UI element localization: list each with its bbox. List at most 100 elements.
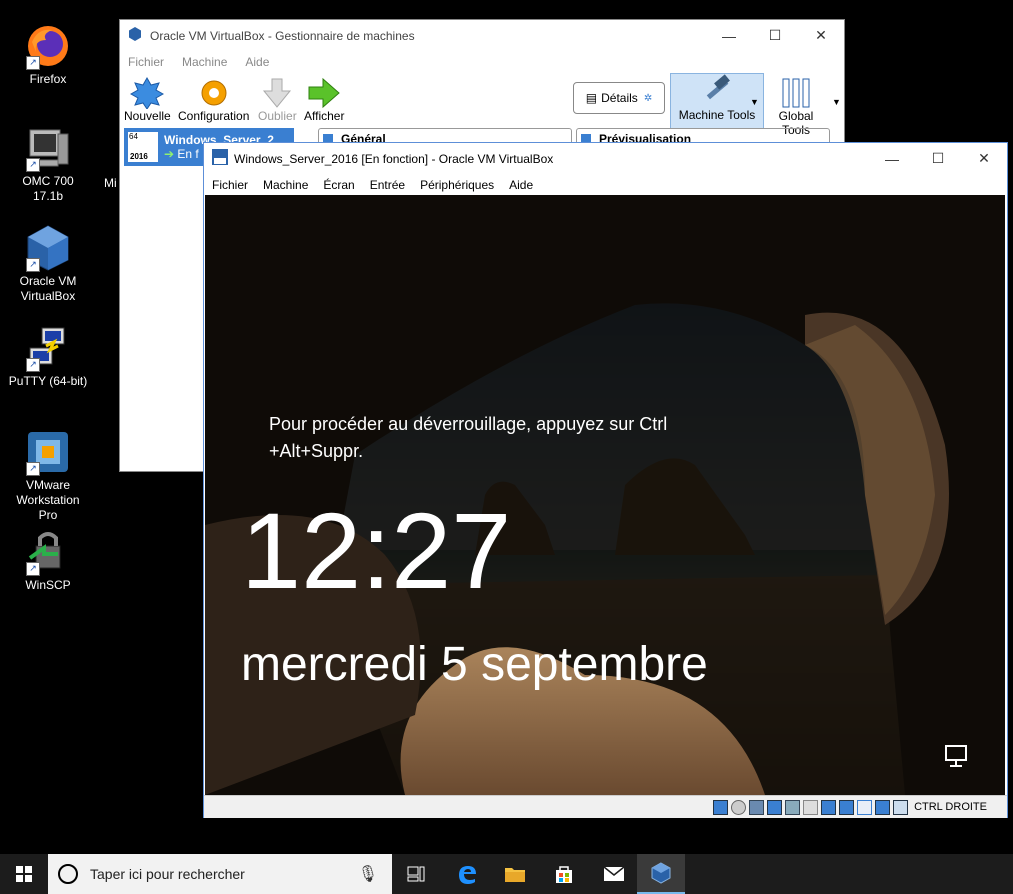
menu-aide[interactable]: Aide [245, 55, 269, 69]
badge-top: 64 [129, 132, 138, 141]
close-button[interactable]: ✕ [961, 144, 1007, 174]
details-icon: ▤ [585, 91, 598, 105]
menu-fichier[interactable]: Fichier [128, 55, 164, 69]
new-label: Nouvelle [124, 109, 171, 123]
computer-icon: ↗ [24, 124, 72, 172]
store-icon [556, 866, 572, 883]
taskbar-search-box[interactable]: Taper ici pour rechercher 🎙 [48, 854, 392, 894]
desktop-icon-label: PuTTY (64-bit) [8, 374, 88, 388]
lockscreen-date: mercredi 5 septembre [241, 638, 708, 691]
putty-icon: ↗ [24, 324, 72, 372]
desktop-icon-label: OMC 700 17.1b [22, 174, 74, 203]
machine-tools-label: Machine Tools [678, 108, 756, 122]
mail-button[interactable] [590, 854, 638, 894]
file-explorer-button[interactable] [491, 854, 539, 894]
microphone-icon[interactable]: 🎙 [358, 864, 378, 884]
shortcut-arrow-icon: ↗ [26, 562, 40, 576]
settings-label: Configuration [178, 109, 250, 123]
windows-logo-icon [16, 866, 32, 882]
vm-window[interactable]: Windows_Server_2016 [En fonction] - Orac… [203, 142, 1008, 818]
mail-icon [603, 866, 625, 881]
chevron-down-icon[interactable]: ▼ [832, 97, 841, 107]
usb-icon[interactable] [785, 799, 801, 815]
maximize-button[interactable]: ☐ [752, 21, 798, 51]
vm-status: En f [177, 147, 199, 161]
running-arrow-icon: ➔ [164, 147, 175, 161]
firefox-icon: ↗ [24, 22, 72, 70]
desktop-icon-winscp[interactable]: ↗ WinSCP [6, 528, 90, 593]
shortcut-arrow-icon: ↗ [26, 462, 40, 476]
keyboard-icon[interactable] [893, 799, 909, 815]
manager-toolbar: Nouvelle Configuration Oublier Afficher … [120, 73, 844, 137]
folder-icon [505, 868, 525, 882]
cpu-icon[interactable] [857, 799, 873, 815]
arrow-right-icon [307, 77, 341, 109]
show-button[interactable]: Afficher [304, 77, 344, 123]
tools-icon [779, 77, 813, 109]
unlock-hint: Pour procéder au déverrouillage, appuyez… [269, 411, 667, 465]
minimize-button[interactable]: — [869, 144, 915, 174]
manager-titlebar[interactable]: Oracle VM VirtualBox - Gestionnaire de m… [120, 20, 844, 51]
partial-desktop-label: Mi [104, 176, 117, 190]
store-button[interactable] [540, 854, 588, 894]
close-button[interactable]: ✕ [798, 21, 844, 51]
vm-titlebar[interactable]: Windows_Server_2016 [En fonction] - Orac… [204, 143, 1007, 174]
shared-folders-icon[interactable] [803, 799, 819, 815]
menu-machine[interactable]: Machine [263, 178, 308, 192]
virtualbox-taskbar-button[interactable] [637, 854, 685, 894]
desktop-icon-vmware[interactable]: ↗ VMware Workstation Pro [6, 428, 90, 523]
hdd-icon[interactable] [713, 799, 729, 815]
menu-fichier[interactable]: Fichier [212, 178, 248, 192]
new-button[interactable]: Nouvelle [124, 76, 171, 123]
chevron-down-icon[interactable]: ▼ [750, 97, 759, 107]
winscp-icon: ↗ [24, 528, 72, 576]
host-key-label: CTRL DROITE [914, 801, 987, 813]
vm-statusbar: CTRL DROITE [204, 795, 1007, 818]
unlock-hint-line2: +Alt+Suppr. [269, 441, 364, 461]
gear-icon [197, 77, 231, 109]
discard-button[interactable]: Oublier [258, 77, 297, 123]
edge-icon [459, 866, 476, 884]
desktop-icon-omc[interactable]: ↗ OMC 700 17.1b [6, 124, 90, 204]
menu-entree[interactable]: Entrée [370, 178, 405, 192]
manager-menubar: Fichier Machine Aide [120, 51, 844, 73]
virtualbox-icon [128, 27, 142, 44]
vm-window-icon [212, 149, 228, 168]
network-adapter-icon[interactable] [767, 799, 783, 815]
vm-title: Windows_Server_2016 [En fonction] - Orac… [234, 151, 554, 166]
video-capture-icon[interactable] [839, 799, 855, 815]
display-icon[interactable] [821, 799, 837, 815]
settings-button[interactable]: Configuration [178, 77, 249, 123]
vm-os-badge: 64 2016 [128, 132, 158, 162]
task-view-icon [407, 866, 425, 882]
discard-label: Oublier [258, 109, 297, 123]
desktop-icon-firefox[interactable]: ↗ Firefox [6, 22, 90, 87]
manager-title: Oracle VM VirtualBox - Gestionnaire de m… [150, 28, 415, 43]
start-button[interactable] [0, 854, 48, 894]
menu-machine[interactable]: Machine [182, 55, 227, 69]
menu-ecran[interactable]: Écran [323, 178, 354, 192]
details-button[interactable]: ▤ Détails ✲ [573, 82, 665, 114]
new-icon [130, 76, 165, 110]
network-icon[interactable] [943, 743, 969, 774]
menu-peripheriques[interactable]: Périphériques [420, 178, 494, 192]
desktop-icon-virtualbox[interactable]: ↗ Oracle VM VirtualBox [6, 224, 90, 304]
shortcut-arrow-icon: ↗ [26, 56, 40, 70]
mouse-integration-icon[interactable] [875, 799, 891, 815]
audio-icon[interactable] [749, 799, 765, 815]
vmware-icon: ↗ [24, 428, 72, 476]
show-label: Afficher [304, 109, 345, 123]
vm-menubar: Fichier Machine Écran Entrée Périphériqu… [204, 174, 1007, 196]
minimize-button[interactable]: — [706, 21, 752, 51]
maximize-button[interactable]: ☐ [915, 144, 961, 174]
lockscreen-time: 12:27 [241, 490, 512, 611]
taskbar: Taper ici pour rechercher 🎙 [0, 854, 1013, 894]
menu-aide[interactable]: Aide [509, 178, 533, 192]
unlock-hint-line1: Pour procéder au déverrouillage, appuyez… [269, 414, 668, 434]
shortcut-arrow-icon: ↗ [26, 358, 40, 372]
optical-drive-icon[interactable] [731, 799, 747, 815]
task-view-button[interactable] [392, 854, 440, 894]
desktop-icon-putty[interactable]: ↗ PuTTY (64-bit) [6, 324, 90, 389]
edge-button[interactable] [443, 854, 491, 894]
vm-display[interactable]: Pour procéder au déverrouillage, appuyez… [205, 195, 1005, 795]
